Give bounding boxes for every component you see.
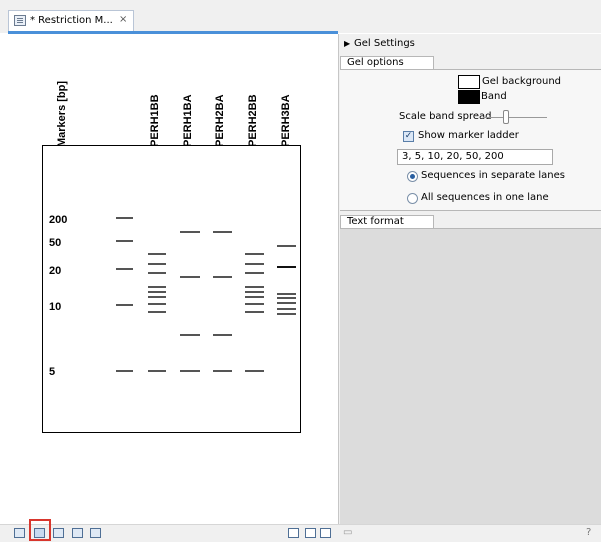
gel-band [213, 276, 232, 278]
text-format-label: Text format [347, 216, 404, 227]
gel-band [245, 311, 264, 313]
gel-band [277, 266, 296, 268]
active-view-highlight [29, 519, 51, 541]
sequence-view-icon[interactable] [14, 528, 25, 538]
lane-label-perh2bb: PERH2BB [247, 94, 259, 147]
gel-band [116, 217, 133, 219]
band-color-swatch[interactable] [458, 90, 480, 104]
gel-band [245, 286, 264, 288]
show-marker-ladder-checkbox[interactable]: ✓ [403, 131, 414, 142]
gel-band [116, 240, 133, 242]
table-view-icon[interactable] [53, 528, 64, 538]
gel-band [277, 308, 296, 310]
gel-band [245, 303, 264, 305]
tab-gel-options[interactable]: Gel options [340, 56, 434, 70]
gel-band [245, 253, 264, 255]
gel-band [148, 291, 166, 293]
separate-lanes-radio[interactable] [407, 171, 418, 182]
help-icon[interactable]: ? [586, 527, 591, 538]
gel-view-icon [14, 15, 26, 26]
gel-background-swatch[interactable] [458, 75, 480, 89]
zoom-icon[interactable] [305, 528, 316, 538]
gel-band [148, 272, 166, 274]
gel-band [213, 231, 232, 233]
scale-band-spread-label: Scale band spread [399, 111, 492, 122]
selection-mode-icon[interactable] [288, 528, 299, 538]
gel-band [148, 253, 166, 255]
ladder-label-50: 50 [49, 237, 62, 249]
gel-band [245, 291, 264, 293]
gel-band [116, 268, 133, 270]
gel-band [245, 370, 264, 372]
gel-band [245, 272, 264, 274]
gel-band [213, 370, 232, 372]
one-lane-radio[interactable] [407, 193, 418, 204]
ladder-label-10: 10 [49, 301, 62, 313]
gel-band [245, 296, 264, 298]
fit-width-icon[interactable] [320, 528, 331, 538]
ladder-label-20: 20 [49, 265, 62, 277]
show-marker-ladder-label: Show marker ladder [418, 130, 519, 141]
gel-band [180, 370, 200, 372]
lane-label-perh2ba: PERH2BA [214, 94, 226, 147]
scale-band-spread-track [483, 117, 547, 118]
gel-settings-title: Gel Settings [354, 38, 415, 49]
tab-restriction-map[interactable]: * Restriction M... × [8, 10, 134, 32]
gel-band [148, 296, 166, 298]
gel-options-label: Gel options [347, 57, 404, 68]
gel-band [277, 293, 296, 295]
collapse-icon[interactable]: ▭ [343, 527, 352, 538]
band-label: Band [481, 91, 507, 102]
gel-band [277, 313, 296, 315]
side-panel-footer: ▭ ? [338, 524, 601, 542]
gel-background-label: Gel background [482, 76, 562, 87]
gel-band [148, 286, 166, 288]
gel-band [180, 231, 200, 233]
gel-band [148, 311, 166, 313]
separate-lanes-label: Sequences in separate lanes [421, 170, 565, 181]
circular-view-icon[interactable] [72, 528, 83, 538]
one-lane-label: All sequences in one lane [421, 192, 549, 203]
gel-band [180, 276, 200, 278]
ladder-label-5: 5 [49, 366, 56, 378]
scale-band-spread-slider[interactable] [503, 110, 509, 124]
gel-band [213, 334, 232, 336]
gel-image: 200 50 20 10 5 [42, 145, 301, 433]
gel-band [148, 303, 166, 305]
lane-label-perh3ba: PERH3BA [280, 94, 292, 147]
text-format-panel [340, 228, 601, 524]
lane-label-markers: Markers [bp] [56, 80, 68, 147]
marker-sizes-input[interactable]: 3, 5, 10, 20, 50, 200 [397, 149, 553, 165]
gel-band [116, 370, 133, 372]
gel-band [245, 263, 264, 265]
gel-band [116, 304, 133, 306]
lane-label-perh1bb: PERH1BB [149, 94, 161, 147]
gel-band [277, 245, 296, 247]
gel-band [180, 334, 200, 336]
history-icon[interactable] [90, 528, 101, 538]
gel-band [148, 263, 166, 265]
ladder-label-200: 200 [49, 214, 68, 226]
expand-icon: ▶ [344, 39, 351, 48]
gel-band [148, 370, 166, 372]
lane-label-perh1ba: PERH1BA [182, 94, 194, 147]
close-icon[interactable]: × [119, 14, 127, 25]
gel-band [277, 297, 296, 299]
gel-band [277, 302, 296, 304]
gel-settings-header[interactable]: ▶ Gel Settings [338, 37, 601, 53]
tab-text-format[interactable]: Text format [340, 215, 434, 229]
tab-title: * Restriction M... [30, 15, 113, 26]
